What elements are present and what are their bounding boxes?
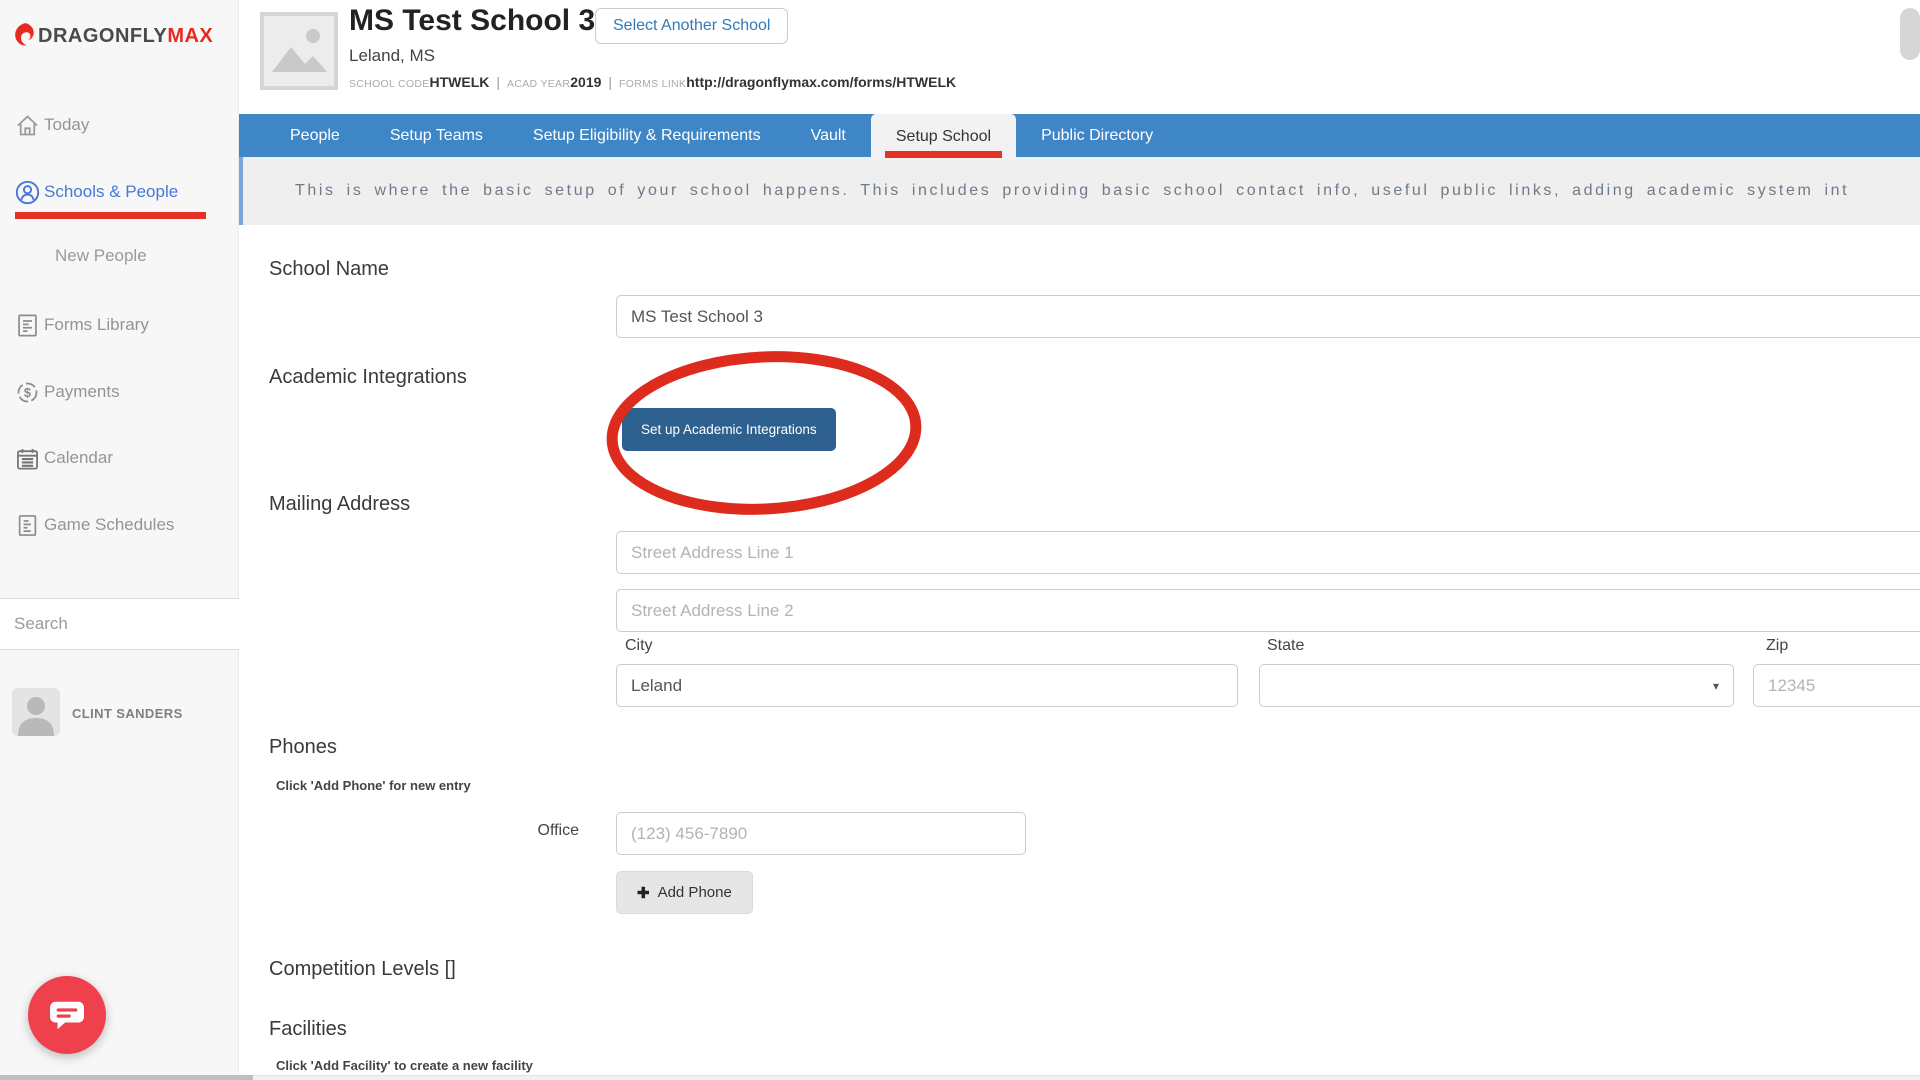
active-tab-underline <box>885 151 1001 158</box>
school-code-label: SCHOOL CODE <box>349 78 430 90</box>
active-nav-underline <box>15 212 206 219</box>
sidebar-item-label: Calendar <box>44 448 113 468</box>
zip-label: Zip <box>1766 637 1788 655</box>
form-icon <box>14 312 41 339</box>
brand-name-primary: DRAGONFLY <box>38 25 167 48</box>
sidebar-item-label: Forms Library <box>44 315 149 335</box>
office-phone-label: Office <box>419 822 579 840</box>
tab-public-directory[interactable]: Public Directory <box>1016 114 1178 157</box>
schedule-icon <box>14 512 41 539</box>
chat-button[interactable] <box>28 976 106 1054</box>
school-name-label: School Name <box>269 258 389 281</box>
tab-vault[interactable]: Vault <box>786 114 871 157</box>
mailing-address-label: Mailing Address <box>269 493 410 516</box>
city-input[interactable] <box>616 664 1238 707</box>
home-icon <box>14 112 41 139</box>
sidebar-item-label: Today <box>44 115 89 135</box>
sidebar-search <box>0 598 239 650</box>
sidebar-item-schools-people[interactable]: Schools & People <box>14 177 178 207</box>
meta-separator: | <box>496 74 500 90</box>
street-address-2-input[interactable] <box>616 589 1920 632</box>
tab-people[interactable]: People <box>265 114 365 157</box>
calendar-icon <box>14 445 41 472</box>
payment-icon: $ <box>14 379 41 406</box>
setup-academic-integrations-button[interactable]: Set up Academic Integrations <box>622 408 836 451</box>
competition-levels-heading: Competition Levels [] <box>269 958 456 981</box>
tab-bar: People Setup Teams Setup Eligibility & R… <box>239 114 1920 157</box>
acad-year-label: ACAD YEAR <box>507 78 570 90</box>
phones-hint: Click 'Add Phone' for new entry <box>276 778 471 793</box>
forms-link-label: FORMS LINK <box>619 78 686 90</box>
app-root: DRAGONFLYMAX Today Schools & People New … <box>0 0 1920 1080</box>
sidebar-item-label: Payments <box>44 382 120 402</box>
sidebar-item-calendar[interactable]: Calendar <box>14 443 113 473</box>
svg-text:$: $ <box>24 385 31 400</box>
hurricane-icon <box>12 22 36 50</box>
main-content: MS Test School 3 Select Another School L… <box>239 0 1920 1080</box>
horizontal-scrollbar-thumb[interactable] <box>0 1075 253 1080</box>
add-phone-label: Add Phone <box>658 884 732 901</box>
vertical-scrollbar-thumb[interactable] <box>1900 8 1920 60</box>
state-select[interactable]: ▾ <box>1259 664 1734 707</box>
forms-link-value[interactable]: http://dragonflymax.com/forms/HTWELK <box>686 74 956 90</box>
phones-heading: Phones <box>269 736 337 759</box>
intro-banner: This is where the basic setup of your sc… <box>239 157 1920 225</box>
sidebar-item-label: Game Schedules <box>44 515 174 535</box>
sidebar-item-forms-library[interactable]: Forms Library <box>14 310 149 340</box>
school-code-value: HTWELK <box>430 74 490 90</box>
search-input[interactable] <box>0 599 239 649</box>
select-another-school-button[interactable]: Select Another School <box>595 8 788 44</box>
street-address-1-input[interactable] <box>616 531 1920 574</box>
horizontal-scrollbar[interactable] <box>0 1075 1920 1080</box>
intro-text: This is where the basic setup of your sc… <box>243 182 1849 200</box>
plus-icon: ✚ <box>637 884 650 902</box>
state-label: State <box>1267 637 1304 655</box>
facilities-hint: Click 'Add Facility' to create a new fac… <box>276 1058 533 1073</box>
avatar[interactable] <box>12 688 60 736</box>
zip-input[interactable] <box>1753 664 1920 707</box>
tab-setup-school[interactable]: Setup School <box>871 114 1016 160</box>
tab-setup-eligibility[interactable]: Setup Eligibility & Requirements <box>508 114 786 157</box>
brand-name-secondary: MAX <box>167 25 213 48</box>
person-circle-icon <box>14 179 41 206</box>
sidebar-item-label: Schools & People <box>44 182 178 202</box>
sidebar-item-today[interactable]: Today <box>14 110 89 140</box>
school-name-input[interactable] <box>616 295 1920 338</box>
office-phone-input[interactable] <box>616 812 1026 855</box>
city-label: City <box>625 637 653 655</box>
dragonfly-logo[interactable]: DRAGONFLYMAX <box>12 22 213 50</box>
add-phone-button[interactable]: ✚ Add Phone <box>616 871 753 914</box>
school-logo-placeholder <box>260 12 338 90</box>
chat-bubble-icon <box>48 998 86 1032</box>
sidebar-item-payments[interactable]: $ Payments <box>14 377 120 407</box>
sidebar: DRAGONFLYMAX Today Schools & People New … <box>0 0 239 1080</box>
school-location: Leland, MS <box>349 46 435 66</box>
page-title: MS Test School 3 <box>349 4 595 38</box>
academic-integrations-label: Academic Integrations <box>269 366 467 389</box>
sidebar-item-new-people[interactable]: New People <box>55 246 147 266</box>
tab-setup-teams[interactable]: Setup Teams <box>365 114 508 157</box>
school-meta: SCHOOL CODEHTWELK | ACAD YEAR2019 | FORM… <box>349 74 956 90</box>
acad-year-value: 2019 <box>570 74 601 90</box>
meta-separator: | <box>608 74 612 90</box>
sidebar-item-game-schedules[interactable]: Game Schedules <box>14 510 174 540</box>
user-name: CLINT SANDERS <box>72 706 183 721</box>
facilities-heading: Facilities <box>269 1018 347 1041</box>
tab-label: Setup School <box>896 128 991 146</box>
chevron-down-icon: ▾ <box>1713 679 1719 693</box>
